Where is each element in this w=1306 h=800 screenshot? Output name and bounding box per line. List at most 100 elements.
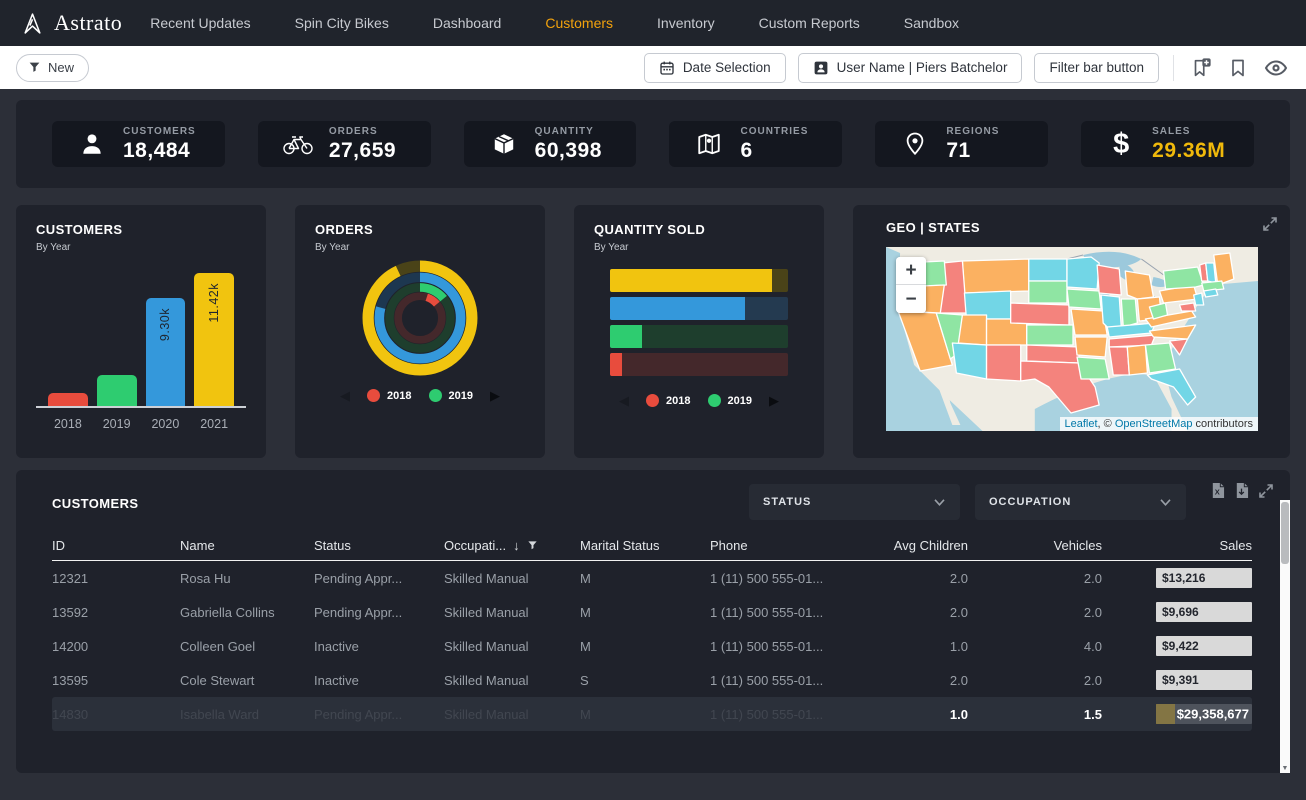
- quantity-bar-chart: [594, 269, 804, 376]
- geo-states-panel: GEO | STATES: [853, 205, 1290, 458]
- user-icon: [76, 131, 108, 157]
- status-dropdown[interactable]: STATUS: [749, 484, 960, 520]
- orders-radial-chart[interactable]: [361, 259, 479, 377]
- col-header-status[interactable]: Status: [314, 538, 444, 553]
- kpi-quantity: QUANTITY60,398: [464, 121, 637, 167]
- bookmark-icon[interactable]: [1226, 56, 1250, 80]
- expand-icon[interactable]: [1262, 216, 1278, 232]
- map-zoom-control: + −: [896, 257, 926, 313]
- dollar-icon: $: [1105, 130, 1137, 159]
- legend-prev-button[interactable]: ◀: [619, 394, 629, 407]
- kpi-countries: COUNTRIES6: [669, 121, 842, 167]
- astrato-logo-icon: [20, 11, 45, 36]
- sales-data-bar: $9,391: [1156, 670, 1252, 690]
- sales-data-bar: $9,696: [1156, 602, 1252, 622]
- scrollbar-down-arrow[interactable]: ▼: [1280, 765, 1290, 772]
- legend-next-button[interactable]: ▶: [769, 394, 779, 407]
- date-selection-button[interactable]: Date Selection: [644, 53, 786, 83]
- col-header-marital[interactable]: Marital Status: [580, 538, 710, 553]
- legend-item-2019[interactable]: 2019: [708, 394, 752, 407]
- col-header-id[interactable]: ID: [52, 538, 180, 553]
- nav-item-inventory[interactable]: Inventory: [657, 15, 715, 31]
- nav-item-spin-city-bikes[interactable]: Spin City Bikes: [295, 15, 389, 31]
- geo-title: GEO | STATES: [886, 220, 1258, 235]
- kpi-orders: ORDERS27,659: [258, 121, 431, 167]
- bar-2020[interactable]: 9.30k: [146, 298, 186, 407]
- scrollbar-thumb[interactable]: [1281, 502, 1289, 564]
- funnel-icon: [28, 61, 41, 74]
- bar-2019[interactable]: [97, 375, 137, 406]
- col-header-occupation[interactable]: Occupati... ↓: [444, 538, 580, 553]
- chart-title: ORDERS: [315, 222, 525, 237]
- table-row[interactable]: 13595 Cole Stewart Inactive Skilled Manu…: [52, 663, 1252, 697]
- new-filter-button[interactable]: New: [16, 54, 89, 82]
- col-header-phone[interactable]: Phone: [710, 538, 878, 553]
- nav-item-sandbox[interactable]: Sandbox: [904, 15, 959, 31]
- table-scrollbar[interactable]: ▼: [1280, 500, 1290, 773]
- sales-data-bar: $13,216: [1156, 568, 1252, 588]
- legend-item-2019[interactable]: 2019: [429, 389, 473, 402]
- states-map-svg: [886, 247, 1258, 431]
- kpi-customers: CUSTOMERS18,484: [52, 121, 225, 167]
- bicycle-icon: [282, 131, 314, 157]
- quantity-bar-track[interactable]: [610, 297, 788, 320]
- bar-2018[interactable]: [48, 393, 88, 406]
- customers-table-panel: CUSTOMERS STATUS OCCUPATION X: [16, 470, 1290, 773]
- kpi-strip: CUSTOMERS18,484 ORDERS27,659 QUANTITY60,…: [16, 100, 1290, 188]
- excel-export-icon[interactable]: X: [1210, 482, 1225, 499]
- col-header-sales[interactable]: Sales: [1102, 538, 1252, 553]
- pin-icon: [899, 131, 931, 157]
- legend-prev-button[interactable]: ◀: [340, 389, 350, 402]
- bookmark-add-icon[interactable]: [1188, 55, 1214, 81]
- legend-item-2018[interactable]: 2018: [367, 389, 411, 402]
- chevron-down-icon: [933, 498, 946, 507]
- eye-icon[interactable]: [1262, 54, 1290, 82]
- col-header-name[interactable]: Name: [180, 538, 314, 553]
- sort-desc-icon[interactable]: ↓: [513, 538, 520, 553]
- filter-dropdowns: STATUS OCCUPATION: [749, 484, 1186, 520]
- legend-item-2018[interactable]: 2018: [646, 394, 690, 407]
- package-icon: [488, 131, 520, 157]
- quantity-bar-track[interactable]: [610, 325, 788, 348]
- calendar-icon: [659, 60, 675, 76]
- map-zoom-out-button[interactable]: −: [896, 285, 926, 313]
- quantity-bar-fill: [610, 353, 622, 376]
- column-filter-icon[interactable]: [527, 540, 538, 551]
- legend-next-button[interactable]: ▶: [490, 389, 500, 402]
- map-attribution: Leaflet, © OpenStreetMap contributors: [1060, 417, 1259, 431]
- total-avg-children: 1.0: [878, 707, 968, 722]
- us-states-map[interactable]: + − Leaflet, © OpenStreetMap contributor…: [886, 247, 1258, 431]
- map-icon: [693, 131, 725, 157]
- brand[interactable]: Astrato: [20, 10, 122, 36]
- table-row[interactable]: 12321 Rosa Hu Pending Appr... Skilled Ma…: [52, 561, 1252, 595]
- legend-dot: [708, 394, 721, 407]
- charts-row: CUSTOMERS By Year 9.30k 11.42k 2018 2019…: [16, 205, 1290, 458]
- nav-item-dashboard[interactable]: Dashboard: [433, 15, 502, 31]
- csv-export-icon[interactable]: [1234, 482, 1249, 499]
- dashboard-main: CUSTOMERS18,484 ORDERS27,659 QUANTITY60,…: [0, 89, 1306, 773]
- nav-item-recent-updates[interactable]: Recent Updates: [150, 15, 250, 31]
- col-header-vehicles[interactable]: Vehicles: [968, 538, 1102, 553]
- kpi-sales: $ SALES29.36M: [1081, 121, 1254, 167]
- col-header-avg-children[interactable]: Avg Children: [878, 538, 968, 553]
- kpi-regions: REGIONS71: [875, 121, 1048, 167]
- leaflet-link[interactable]: Leaflet: [1065, 418, 1098, 430]
- chart-title: QUANTITY SOLD: [594, 222, 804, 237]
- filter-bar-button[interactable]: Filter bar button: [1034, 53, 1159, 83]
- map-zoom-in-button[interactable]: +: [896, 257, 926, 285]
- nav-item-customers[interactable]: Customers: [545, 15, 613, 31]
- user-name-button[interactable]: User Name | Piers Batchelor: [798, 53, 1023, 83]
- osm-link[interactable]: OpenStreetMap: [1115, 418, 1193, 430]
- occupation-dropdown[interactable]: OCCUPATION: [975, 484, 1186, 520]
- table-row[interactable]: 14200 Colleen Goel Inactive Skilled Manu…: [52, 629, 1252, 663]
- expand-icon[interactable]: [1258, 483, 1274, 499]
- customers-bar-chart: 9.30k 11.42k: [36, 266, 246, 408]
- legend-dot: [646, 394, 659, 407]
- quantity-bar-fill: [610, 269, 772, 292]
- quantity-bar-track[interactable]: [610, 353, 788, 376]
- quantity-bar-fill: [610, 297, 745, 320]
- nav-item-custom-reports[interactable]: Custom Reports: [759, 15, 860, 31]
- table-row[interactable]: 13592 Gabriella Collins Pending Appr... …: [52, 595, 1252, 629]
- quantity-bar-track[interactable]: [610, 269, 788, 292]
- bar-2021[interactable]: 11.42k: [194, 273, 234, 406]
